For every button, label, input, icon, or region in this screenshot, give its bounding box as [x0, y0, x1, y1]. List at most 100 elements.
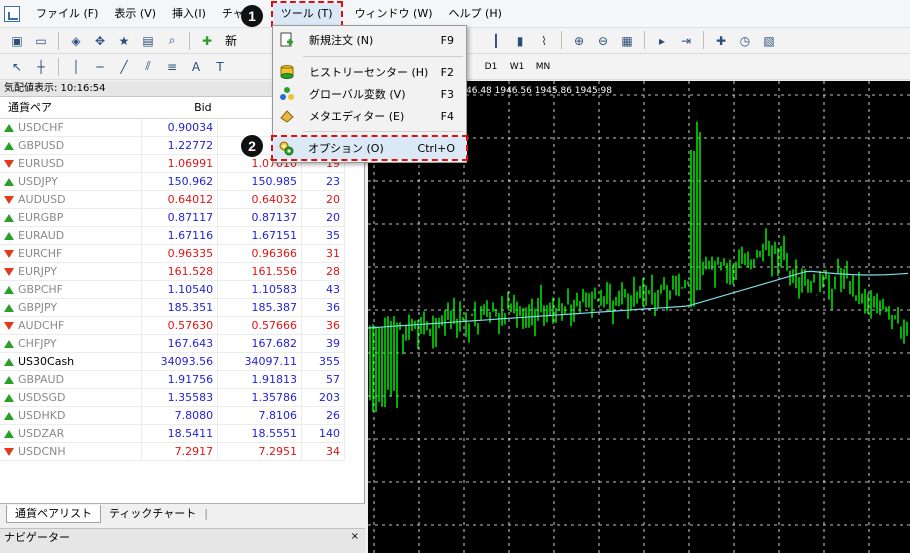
market-watch-icon[interactable]: ◈	[65, 31, 87, 51]
timeframe-mn[interactable]: MN	[530, 57, 556, 77]
ask-cell: 1.67151	[217, 226, 303, 245]
symbol-name: GBPCHF	[18, 282, 63, 296]
global-variables-icon	[280, 87, 294, 100]
table-row[interactable]: USDZAR 18.5411 18.5551 140	[0, 424, 345, 443]
table-row[interactable]: GBPCHF 1.10540 1.10583 43	[0, 280, 345, 299]
indicators-icon[interactable]: ✚	[710, 31, 732, 51]
arrow-down-icon	[4, 159, 14, 168]
table-row[interactable]: AUDCHF 0.57630 0.57666 36	[0, 316, 345, 335]
menu-item-new-order[interactable]: 新規注文 (N) F9	[273, 29, 466, 51]
table-row[interactable]: GBPAUD 1.91756 1.91813 57	[0, 370, 345, 389]
symbol-name: USDSGD	[18, 390, 66, 404]
strategy-tester-icon[interactable]: ⌕	[161, 31, 183, 51]
column-header-bid[interactable]: Bid	[141, 97, 218, 119]
data-window-icon[interactable]: ✥	[89, 31, 111, 51]
equidistant-channel-icon[interactable]: ⫽	[137, 57, 159, 77]
app-chart-icon[interactable]	[4, 5, 20, 22]
close-icon[interactable]: ×	[351, 531, 359, 542]
table-row[interactable]: USDSGD 1.35583 1.35786 203	[0, 388, 345, 407]
vertical-line-icon[interactable]: │	[65, 57, 87, 77]
bid-cell: 161.528	[141, 262, 219, 281]
bid-cell: 0.96335	[141, 244, 219, 263]
spread-cell: 36	[301, 298, 345, 317]
spread-cell: 57	[301, 370, 345, 389]
menu-item-label: グローバル変数 (V)	[309, 88, 406, 101]
menu-item-global-variables[interactable]: グローバル変数 (V) F3	[273, 83, 466, 105]
table-row[interactable]: CHFJPY 167.643 167.682 39	[0, 334, 345, 353]
line-chart-icon[interactable]: ⌇	[533, 31, 555, 51]
bid-cell: 0.90034	[141, 118, 219, 137]
terminal-icon[interactable]: ▤	[137, 31, 159, 51]
menu-file[interactable]: ファイル (F)	[28, 3, 106, 25]
ask-cell: 0.64032	[217, 190, 303, 209]
bid-cell: 34093.56	[141, 352, 219, 371]
arrow-up-icon	[4, 123, 14, 132]
table-row[interactable]: US30Cash 34093.56 34097.11 355	[0, 352, 345, 371]
text-icon[interactable]: A	[185, 57, 207, 77]
table-row[interactable]: AUDUSD 0.64012 0.64032 20	[0, 190, 345, 209]
templates-icon[interactable]: ▧	[758, 31, 780, 51]
table-row[interactable]: EURJPY 161.528 161.556 28	[0, 262, 345, 281]
new-order-icon[interactable]: ✚	[196, 31, 218, 51]
menu-item-meta-editor[interactable]: メタエディター (E) F4	[273, 105, 466, 127]
new-order-label[interactable]: 新	[220, 31, 242, 51]
navigator-panel: ナビゲーター ×	[0, 528, 365, 553]
menu-item-label: 新規注文 (N)	[309, 34, 374, 47]
zoom-in-icon[interactable]: ⊕	[568, 31, 590, 51]
tile-windows-icon[interactable]: ▦	[616, 31, 638, 51]
auto-scroll-icon[interactable]: ▸	[651, 31, 673, 51]
table-row[interactable]: GBPJPY 185.351 185.387 36	[0, 298, 345, 317]
symbol-name: EURCHF	[18, 246, 63, 260]
new-chart-icon[interactable]: ▣	[6, 31, 28, 51]
trendline-icon[interactable]: ╱	[113, 57, 135, 77]
menu-bar: ファイル (F) 表示 (V) 挿入(I) チャー ツール (T) ウィンドウ …	[0, 0, 910, 28]
candlestick-icon[interactable]: ▮	[509, 31, 531, 51]
zoom-out-icon[interactable]: ⊖	[592, 31, 614, 51]
column-header-symbol[interactable]: 通貨ペア	[0, 97, 142, 119]
table-row[interactable]: EURAUD 1.67116 1.67151 35	[0, 226, 345, 245]
menu-help[interactable]: ヘルプ (H)	[441, 3, 510, 25]
crosshair-icon[interactable]: ┼	[30, 57, 52, 77]
menu-insert[interactable]: 挿入(I)	[164, 3, 214, 25]
navigator-title: ナビゲーター	[4, 531, 70, 544]
ask-cell: 34097.11	[217, 352, 303, 371]
symbol-name: USDCNH	[18, 444, 66, 458]
tab-tick-chart[interactable]: ティックチャート	[101, 505, 204, 523]
menu-window[interactable]: ウィンドウ (W)	[347, 3, 441, 25]
periods-icon[interactable]: ◷	[734, 31, 756, 51]
symbol-cell: EURUSD	[0, 154, 143, 173]
spread-cell: 23	[301, 172, 345, 191]
horizontal-line-icon[interactable]: ─	[89, 57, 111, 77]
bid-cell: 1.22772	[141, 136, 219, 155]
tab-symbols[interactable]: 通貨ペアリスト	[6, 504, 101, 523]
menu-tools[interactable]: ツール (T)	[270, 0, 343, 27]
timeframe-d1[interactable]: D1	[478, 57, 504, 77]
bar-chart-icon[interactable]: ┃	[485, 31, 507, 51]
menu-item-label: ヒストリーセンター (H)	[309, 66, 429, 79]
cursor-icon[interactable]: ↖	[6, 57, 28, 77]
ask-cell: 18.5551	[217, 424, 303, 443]
fibonacci-icon[interactable]: ≡	[161, 57, 183, 77]
table-row[interactable]: EURCHF 0.96335 0.96366 31	[0, 244, 345, 263]
table-row[interactable]: USDCNH 7.2917 7.2951 34	[0, 442, 345, 461]
table-row[interactable]: USDJPY 150.962 150.985 23	[0, 172, 345, 191]
chart-shift-icon[interactable]: ⇥	[675, 31, 697, 51]
menu-item-label: メタエディター (E)	[309, 110, 405, 123]
menu-item-history-center[interactable]: ヒストリーセンター (H) F2	[273, 61, 466, 83]
profiles-icon[interactable]: ▭	[30, 31, 52, 51]
text-label-icon[interactable]: T	[209, 57, 231, 77]
symbol-cell: GBPAUD	[0, 370, 143, 389]
spread-cell: 355	[301, 352, 345, 371]
spread-cell: 43	[301, 280, 345, 299]
history-center-icon	[280, 65, 294, 79]
navigator-icon[interactable]: ★	[113, 31, 135, 51]
ask-cell: 150.985	[217, 172, 303, 191]
table-row[interactable]: EURGBP 0.87117 0.87137 20	[0, 208, 345, 227]
menu-view[interactable]: 表示 (V)	[106, 3, 164, 25]
arrow-up-icon	[4, 213, 14, 222]
bid-cell: 0.64012	[141, 190, 219, 209]
menu-item-options[interactable]: オプション (O) Ctrl+O	[271, 135, 468, 161]
symbol-cell: US30Cash	[0, 352, 143, 371]
table-row[interactable]: USDHKD 7.8080 7.8106 26	[0, 406, 345, 425]
timeframe-w1[interactable]: W1	[504, 57, 530, 77]
